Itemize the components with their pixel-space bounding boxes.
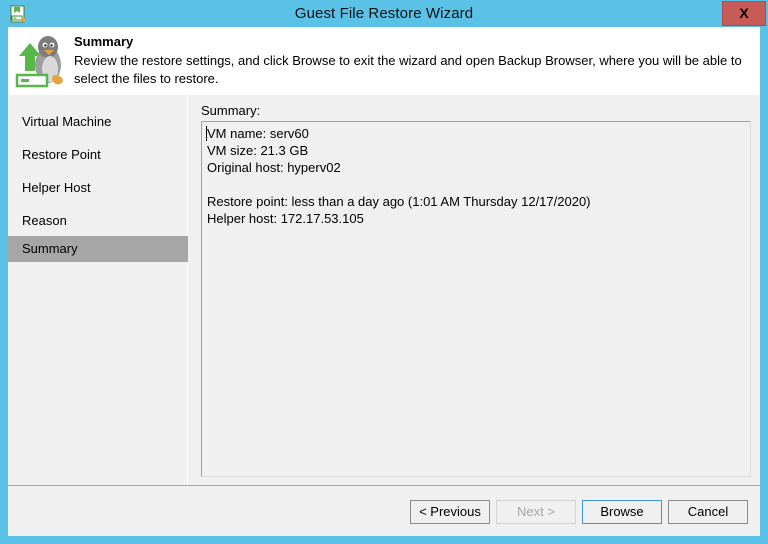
wizard-header: Summary Review the restore settings, and… [8,27,760,95]
wizard-window: Guest File Restore Wizard X Summary Revi… [0,0,768,544]
summary-textbox[interactable]: VM name: serv60 VM size: 21.3 GB Origina… [201,121,751,477]
wizard-step-sidebar: Virtual Machine Restore Point Helper Hos… [8,95,188,485]
summary-text: VM name: serv60 VM size: 21.3 GB Origina… [207,126,591,226]
title-bar: Guest File Restore Wizard X [0,0,768,27]
cancel-button[interactable]: Cancel [668,500,748,524]
browse-button[interactable]: Browse [582,500,662,524]
sidebar-item-reason[interactable]: Reason [8,208,188,234]
page-description: Review the restore settings, and click B… [74,53,742,86]
window-title: Guest File Restore Wizard [294,5,474,22]
next-button: Next > [496,500,576,524]
wizard-content-panel: Summary: VM name: serv60 VM size: 21.3 G… [189,95,760,485]
summary-label: Summary: [201,103,261,118]
wizard-body: Virtual Machine Restore Point Helper Hos… [8,95,760,485]
page-title: Summary [74,34,134,49]
sidebar-item-summary[interactable]: Summary [8,236,188,262]
sidebar-item-restore-point[interactable]: Restore Point [8,142,188,168]
sidebar-item-virtual-machine[interactable]: Virtual Machine [8,109,188,135]
linux-penguin-restore-icon [14,31,70,89]
sidebar-item-helper-host[interactable]: Helper Host [8,175,188,201]
wizard-footer: < Previous Next > Browse Cancel [8,486,760,536]
close-button[interactable]: X [722,1,766,26]
previous-button[interactable]: < Previous [410,500,490,524]
